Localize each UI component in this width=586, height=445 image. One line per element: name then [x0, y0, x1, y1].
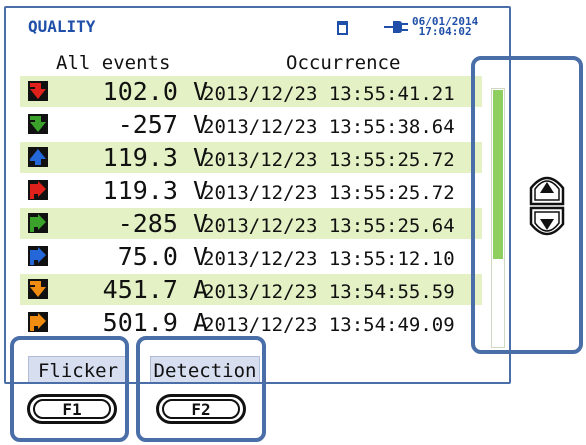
- f2-button[interactable]: F2: [156, 394, 246, 424]
- event-list[interactable]: 102.0 V 2013/12/23 13:55:41.21 -257 V 2013/…: [20, 76, 490, 340]
- up-arrow-icon: [529, 176, 565, 206]
- blue-up-arrow-icon: [28, 147, 48, 167]
- clock-time: 17:04:02: [418, 25, 472, 38]
- f1-key-label: F1: [33, 399, 111, 419]
- power-plug-icon: [384, 21, 408, 33]
- status-bar: QUALITY 06/01/2014 17:04:02: [6, 8, 509, 44]
- event-time: 2013/12/23 13:55:25.72: [203, 149, 455, 171]
- sd-card-icon: [337, 21, 348, 35]
- event-value: 451.7 A: [102, 275, 208, 304]
- event-time: 2013/12/23 13:55:25.64: [203, 215, 455, 237]
- event-value: 102.0 V: [102, 77, 208, 106]
- event-row[interactable]: 119.3 V 2013/12/23 13:55:25.72: [20, 175, 482, 206]
- green-right-arrow-icon: [28, 213, 48, 233]
- event-value: -285 V: [117, 209, 208, 238]
- event-row[interactable]: 451.7 A 2013/12/23 13:54:55.59: [20, 274, 482, 305]
- f2-highlight-frame: [136, 336, 266, 442]
- event-time: 2013/12/23 13:55:38.64: [203, 116, 455, 138]
- orange-down-arrow-icon: [28, 279, 48, 299]
- event-value: 119.3 V: [102, 143, 208, 172]
- column-header-occurrence: Occurrence: [286, 52, 401, 74]
- event-value: 119.3 V: [102, 176, 208, 205]
- event-row[interactable]: 102.0 V 2013/12/23 13:55:41.21: [20, 76, 482, 107]
- event-value: 75.0 V: [117, 242, 208, 271]
- event-row[interactable]: 75.0 V 2013/12/23 13:55:12.10: [20, 241, 482, 272]
- f1-highlight-frame: [10, 336, 129, 442]
- green-down-arrow-icon: [28, 114, 48, 134]
- red-down-arrow-icon: [28, 81, 48, 101]
- event-time: 2013/12/23 13:54:49.09: [203, 314, 455, 336]
- scroll-updown-button[interactable]: [525, 170, 569, 242]
- column-header-events: All events: [56, 52, 171, 74]
- screen-title: QUALITY: [28, 17, 96, 36]
- event-value: 501.9 A: [102, 308, 208, 337]
- red-right-arrow-icon: [28, 180, 48, 200]
- event-row[interactable]: 501.9 A 2013/12/23 13:54:49.09: [20, 307, 482, 338]
- down-arrow-icon: [529, 206, 565, 236]
- event-row[interactable]: -257 V 2013/12/23 13:55:38.64: [20, 109, 482, 140]
- device-screen: QUALITY 06/01/2014 17:04:02 All events O…: [4, 6, 511, 384]
- blue-right-arrow-icon: [28, 246, 48, 266]
- event-time: 2013/12/23 13:55:41.21: [203, 83, 455, 105]
- f2-key-label: F2: [162, 399, 240, 419]
- event-time: 2013/12/23 13:55:25.72: [203, 182, 455, 204]
- event-row[interactable]: -285 V 2013/12/23 13:55:25.64: [20, 208, 482, 239]
- event-value: -257 V: [117, 110, 208, 139]
- orange-right-arrow-icon: [28, 312, 48, 332]
- f1-button[interactable]: F1: [27, 394, 117, 424]
- event-row[interactable]: 119.3 V 2013/12/23 13:55:25.72: [20, 142, 482, 173]
- event-time: 2013/12/23 13:54:55.59: [203, 281, 455, 303]
- event-time: 2013/12/23 13:55:12.10: [203, 248, 455, 270]
- clock: 06/01/2014 17:04:02: [412, 16, 478, 38]
